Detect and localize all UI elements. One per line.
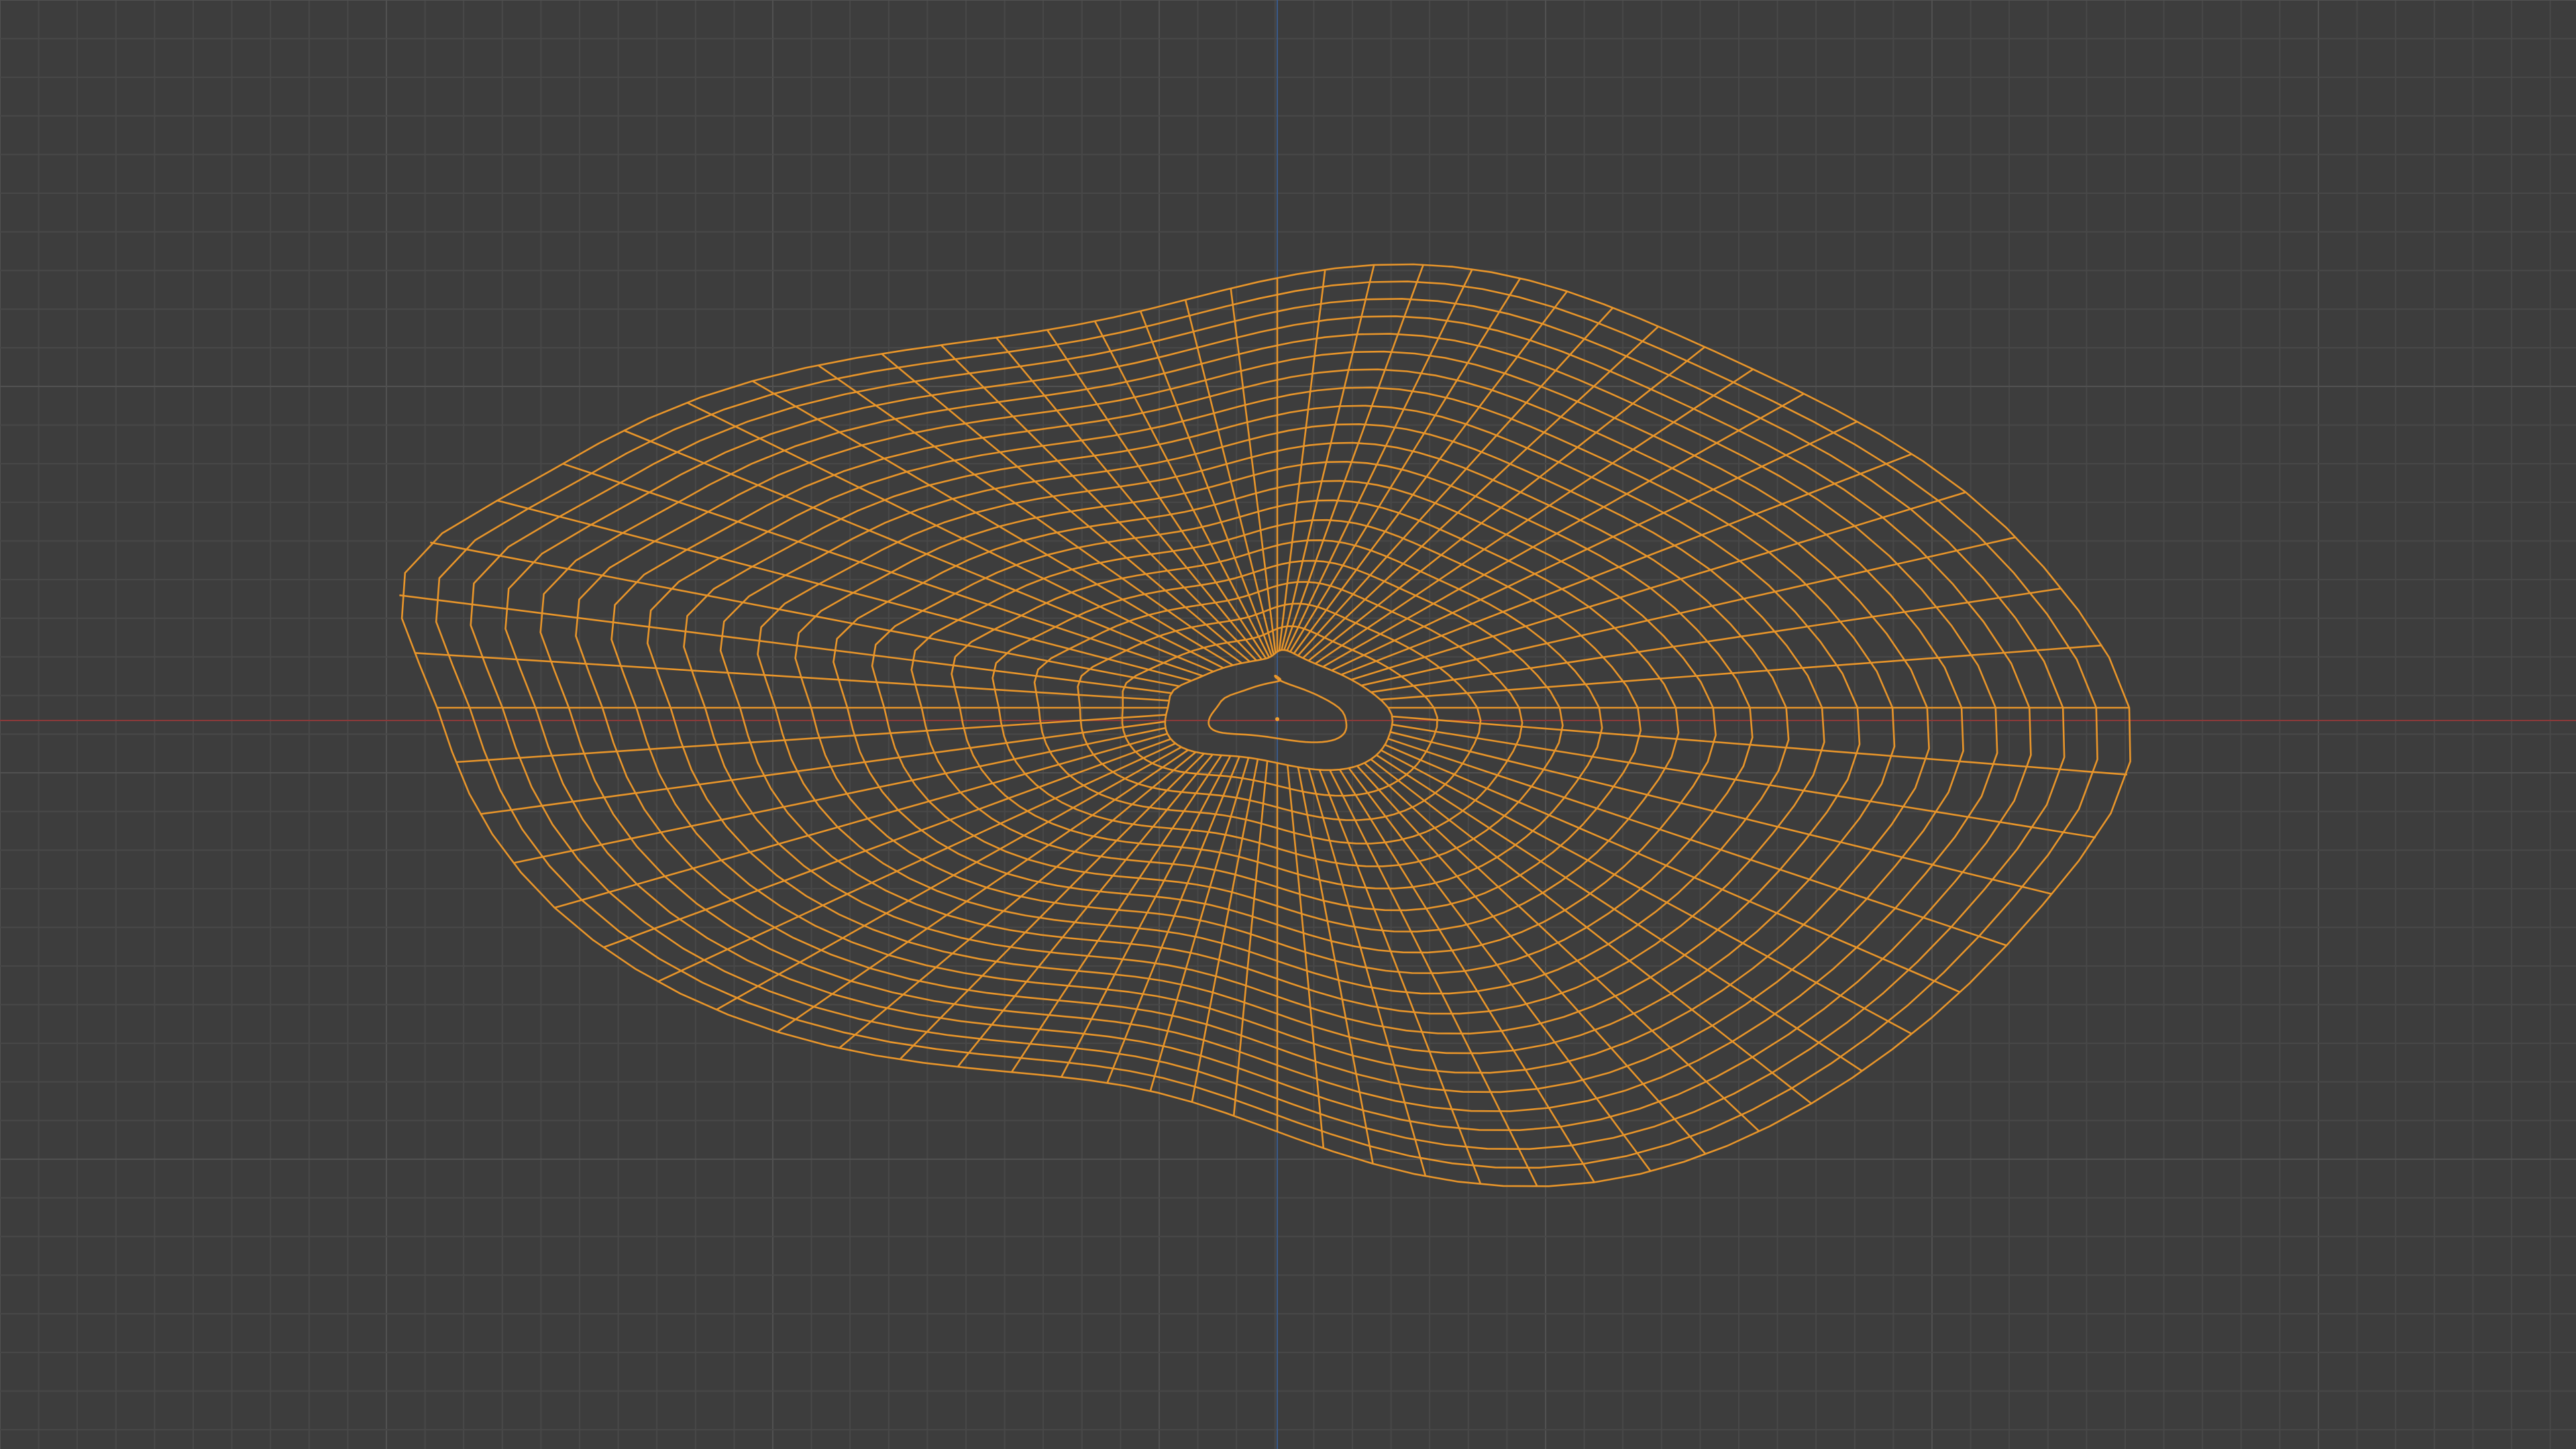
viewport-canvas[interactable] — [0, 0, 2576, 1449]
3d-viewport[interactable] — [0, 0, 2576, 1449]
object-origin-dot[interactable] — [1275, 717, 1279, 721]
